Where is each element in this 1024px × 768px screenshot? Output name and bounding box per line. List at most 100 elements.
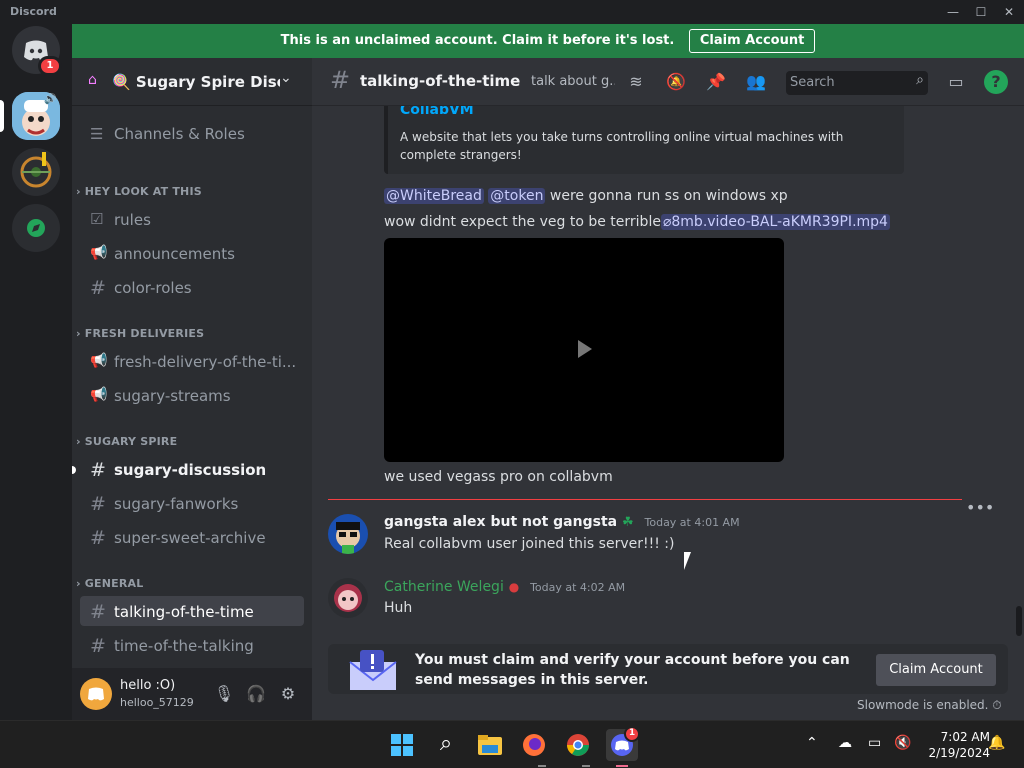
hash-icon: # xyxy=(90,459,106,481)
inbox-icon[interactable]: ▭ xyxy=(944,70,968,94)
server-header[interactable]: ⌂ 🍭 Sugary Spire Discord ⌄ xyxy=(72,58,312,106)
notification-muted-icon[interactable]: 🔕 xyxy=(664,70,688,94)
category-sugary-spire[interactable]: › SUGARY SPIRE xyxy=(76,435,177,448)
claim-prompt-text: You must claim and verify your account b… xyxy=(415,652,850,688)
channel-rules[interactable]: ☑ rules xyxy=(80,204,304,234)
channel-label: sugary-fanworks xyxy=(114,495,239,513)
message-timestamp: Today at 4:02 AM xyxy=(530,581,626,594)
hash-icon: # xyxy=(330,66,351,94)
more-options-icon[interactable]: ••• xyxy=(966,498,994,517)
close-button[interactable]: ✕ xyxy=(998,2,1020,22)
explore-servers-button[interactable] xyxy=(12,204,60,252)
pin-icon[interactable]: 📌 xyxy=(704,70,728,94)
channel-sugary-fanworks[interactable]: # sugary-fanworks xyxy=(80,488,304,518)
channel-time-of-the-talking[interactable]: # time-of-the-talking xyxy=(80,630,304,660)
notification-bell-icon[interactable]: 🔔 xyxy=(988,735,1005,751)
hash-icon: # xyxy=(90,493,106,515)
channel-sugary-discussion[interactable]: # sugary-discussion xyxy=(80,454,304,484)
app-title: Discord xyxy=(10,5,57,18)
avatar[interactable] xyxy=(328,578,368,618)
channel-talking-of-the-time[interactable]: # talking-of-the-time xyxy=(80,596,304,626)
speaker-icon: 🔊 xyxy=(44,94,57,105)
channel-sugary-streams[interactable]: 📢 sugary-streams xyxy=(80,380,304,410)
threads-icon[interactable]: ≋ xyxy=(624,70,648,94)
clover-badge-icon: ☘ xyxy=(621,515,634,530)
firefox-icon[interactable] xyxy=(518,729,550,761)
slowmode-indicator: Slowmode is enabled. ⏱ xyxy=(857,698,1002,713)
attachment-filename: 8mb.video-BAL-aKMR39PI.mp4 xyxy=(671,214,888,230)
gear-icon[interactable]: ⚙ xyxy=(276,682,300,706)
chevron-up-icon[interactable]: ⌃ xyxy=(806,735,818,751)
timer-icon: ⏱ xyxy=(992,698,1002,712)
chrome-icon[interactable] xyxy=(562,729,594,761)
author-name[interactable]: Catherine Welegi xyxy=(384,579,504,595)
channel-label: time-of-the-talking xyxy=(114,637,254,655)
channel-color-roles[interactable]: # color-roles xyxy=(80,272,304,302)
message-text: Real collabvm user joined this server!!!… xyxy=(384,536,675,552)
clock[interactable]: 7:02 AM 2/19/2024 xyxy=(920,729,990,761)
clock-date: 2/19/2024 xyxy=(928,746,990,760)
taskbar-badge: 1 xyxy=(624,726,640,742)
minimize-button[interactable]: — xyxy=(942,2,964,22)
channel-announcements[interactable]: 📢 announcements xyxy=(80,238,304,268)
search-placeholder: Search xyxy=(790,75,835,90)
window-titlebar: Discord — ☐ ✕ xyxy=(0,0,1024,24)
mention[interactable]: @token xyxy=(488,188,546,204)
member-list-icon[interactable]: 👥 xyxy=(744,70,768,94)
mention[interactable]: @WhiteBread xyxy=(384,188,484,204)
megaphone-icon: 📢 xyxy=(90,387,108,403)
maximize-button[interactable]: ☐ xyxy=(970,2,992,22)
search-input[interactable]: Search ⌕ xyxy=(786,71,928,95)
attachment-link[interactable]: ⌀8mb.video-BAL-aKMR39PI.mp4 xyxy=(660,214,890,230)
channel-label: sugary-discussion xyxy=(114,461,267,479)
file-explorer-icon[interactable] xyxy=(474,729,506,761)
message-timestamp: Today at 4:01 AM xyxy=(644,516,740,529)
claim-account-button[interactable]: Claim Account xyxy=(876,654,996,686)
avatar-image xyxy=(328,514,368,554)
avatar[interactable] xyxy=(328,514,368,554)
target-server-icon xyxy=(20,152,52,188)
folder-icon xyxy=(478,735,502,755)
new-messages-divider xyxy=(328,499,962,500)
author-name[interactable]: gangsta alex but not gangsta xyxy=(384,514,617,530)
message-author-row: Catherine Welegi ● Today at 4:02 AM xyxy=(384,579,625,595)
user-panel: hello :O) helloo_57129 🎙 🎧 ⚙ xyxy=(72,668,312,720)
user-avatar[interactable] xyxy=(80,678,112,710)
username: hello :O) xyxy=(120,678,176,693)
banner-claim-account-button[interactable]: Claim Account xyxy=(688,28,816,53)
volume-muted-icon[interactable]: 🔇 xyxy=(894,735,911,751)
search-icon: ⌕ xyxy=(916,72,924,88)
chat-scrollbar[interactable] xyxy=(1016,606,1022,636)
compass-icon xyxy=(27,219,45,237)
windows-start-icon[interactable] xyxy=(386,729,418,761)
channel-label: announcements xyxy=(114,245,235,263)
category-hey-look-at-this[interactable]: › HEY LOOK AT THIS xyxy=(76,185,202,198)
video-player[interactable] xyxy=(384,238,784,462)
channel-fresh-delivery[interactable]: 📢 fresh-delivery-of-the-ti... xyxy=(80,346,304,376)
headphones-icon[interactable]: 🎧 xyxy=(244,682,268,706)
running-indicator xyxy=(582,765,590,767)
category-fresh-deliveries[interactable]: › FRESH DELIVERIES xyxy=(76,327,204,340)
channel-label: talking-of-the-time xyxy=(114,603,254,621)
channel-super-sweet-archive[interactable]: # super-sweet-archive xyxy=(80,522,304,552)
claim-account-prompt: You must claim and verify your account b… xyxy=(328,644,1008,694)
server-list: 1 🔊 xyxy=(0,24,72,720)
network-icon[interactable]: ▭ xyxy=(868,735,881,751)
channel-sidebar: ⌂ 🍭 Sugary Spire Discord ⌄ ☰ Channels & … xyxy=(72,58,312,720)
search-icon[interactable]: ⌕ xyxy=(430,729,462,761)
channels-roles-label: Channels & Roles xyxy=(114,125,245,143)
link-embed: CollabVM A website that lets you take tu… xyxy=(384,98,904,174)
category-general[interactable]: › GENERAL xyxy=(76,577,143,590)
channel-topic[interactable]: talk about g... xyxy=(531,74,615,89)
chrome-logo-icon xyxy=(567,734,589,756)
megaphone-icon: 📢 xyxy=(90,245,108,261)
server-third[interactable] xyxy=(12,148,60,196)
help-icon[interactable]: ? xyxy=(984,70,1008,94)
active-indicator xyxy=(616,765,628,767)
onedrive-icon[interactable]: ☁ xyxy=(838,735,852,751)
channels-roles-item[interactable]: ☰ Channels & Roles xyxy=(80,118,304,148)
avatar-image xyxy=(328,578,368,618)
category-label: SUGARY SPIRE xyxy=(84,435,178,448)
play-icon[interactable] xyxy=(578,340,592,358)
microphone-icon[interactable]: 🎙 xyxy=(212,682,236,706)
